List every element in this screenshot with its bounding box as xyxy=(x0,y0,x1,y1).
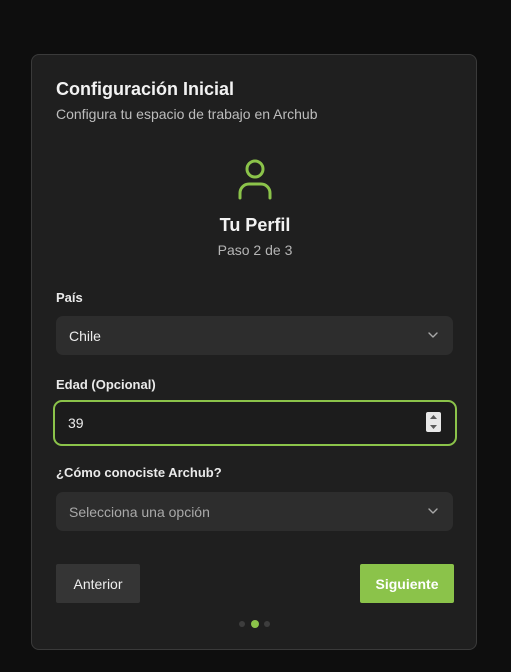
user-icon xyxy=(238,159,272,200)
next-button[interactable]: Siguiente xyxy=(360,564,454,603)
age-field xyxy=(53,400,457,446)
onboarding-card: Configuración Inicial Configura tu espac… xyxy=(31,54,477,650)
source-select[interactable]: Selecciona una opción xyxy=(56,492,453,531)
stepper-up-icon[interactable] xyxy=(426,412,441,422)
step-progress-text: Paso 2 de 3 xyxy=(217,242,293,258)
step-dot-2 xyxy=(251,620,259,628)
card-subtitle: Configura tu espacio de trabajo en Archu… xyxy=(56,106,318,122)
step-indicator xyxy=(239,620,273,628)
source-select-placeholder: Selecciona una opción xyxy=(69,503,210,520)
step-dot-1 xyxy=(239,621,245,627)
age-stepper[interactable] xyxy=(426,412,441,432)
chevron-down-icon xyxy=(428,508,438,514)
source-label: ¿Cómo conociste Archub? xyxy=(56,465,222,480)
step-dot-3 xyxy=(264,621,270,627)
stepper-down-icon[interactable] xyxy=(426,422,441,432)
age-label: Edad (Opcional) xyxy=(56,377,156,392)
country-label: País xyxy=(56,290,83,305)
step-title: Tu Perfil xyxy=(219,215,291,235)
previous-button[interactable]: Anterior xyxy=(56,564,140,603)
chevron-down-icon xyxy=(428,332,438,338)
country-select-value: Chile xyxy=(69,327,101,344)
card-title: Configuración Inicial xyxy=(56,79,235,99)
country-select[interactable]: Chile xyxy=(56,316,453,355)
age-input[interactable] xyxy=(68,402,408,444)
